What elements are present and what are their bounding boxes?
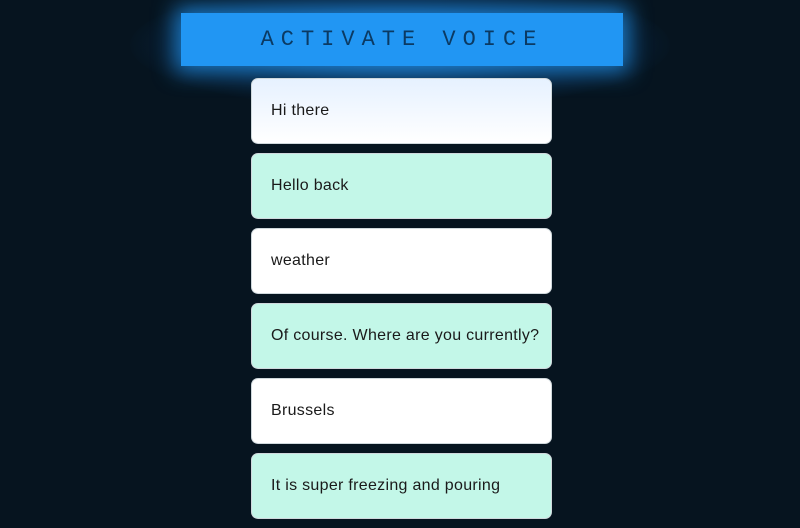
- user-message: weather: [251, 228, 552, 294]
- bot-message: Of course. Where are you currently?: [251, 303, 552, 369]
- bot-message: It is super freezing and pouring: [251, 453, 552, 519]
- message-list: Hi there Hello back weather Of course. W…: [251, 78, 552, 528]
- activate-voice-button[interactable]: ACTIVATE VOICE: [181, 13, 623, 66]
- bot-message: Hello back: [251, 153, 552, 219]
- user-message: Brussels: [251, 378, 552, 444]
- user-message: Hi there: [251, 78, 552, 144]
